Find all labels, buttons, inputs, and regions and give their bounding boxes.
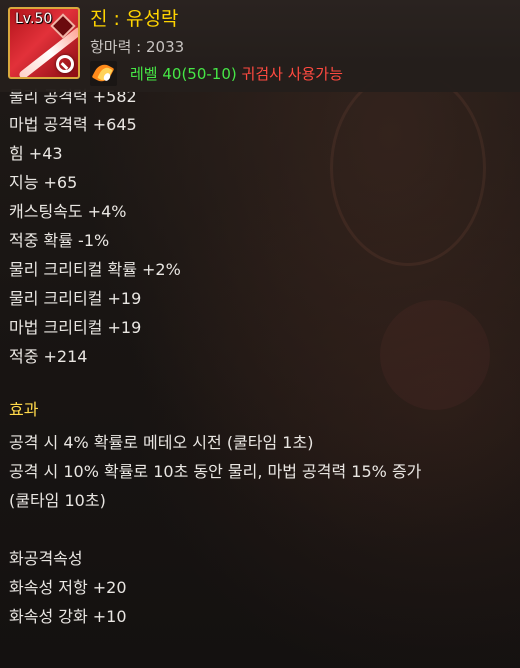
item-power: 항마력 : 2033 bbox=[90, 38, 185, 56]
tooltip-header: Lv.50 진 : 유성락 항마력 : 2033 레벨 40(50-10) 귀검… bbox=[0, 0, 520, 92]
effect-line: 공격 시 4% 확률로 메테오 시전 (쿨타임 1초) bbox=[9, 433, 314, 452]
effect-section-title: 효과 bbox=[9, 400, 39, 419]
stat-hit-chance: 적중 확률 -1% bbox=[9, 231, 110, 250]
element-resistance: 화속성 저항 +20 bbox=[9, 578, 127, 597]
element-enhancement: 화속성 강화 +10 bbox=[9, 607, 127, 626]
effect-line: 공격 시 10% 확률로 10초 동안 물리, 마법 공격력 15% 증가 bbox=[9, 462, 422, 481]
sword-item-icon: Lv.50 bbox=[8, 7, 80, 79]
stat-accuracy: 적중 +214 bbox=[9, 347, 88, 366]
stat-intelligence: 지능 +65 bbox=[9, 173, 78, 192]
stat-physical-crit: 물리 크리티컬 +19 bbox=[9, 289, 142, 308]
stat-strength: 힘 +43 bbox=[9, 144, 63, 163]
untradeable-icon bbox=[56, 55, 74, 73]
item-level-badge: Lv.50 bbox=[15, 11, 53, 27]
item-requirement: 레벨 40(50-10) 귀검사 사용가능 bbox=[130, 63, 343, 85]
stat-casting-speed: 캐스팅속도 +4% bbox=[9, 202, 127, 221]
background-ring-decoration bbox=[330, 70, 486, 266]
stat-magic-crit: 마법 크리티컬 +19 bbox=[9, 318, 142, 337]
requirement-class: 귀검사 사용가능 bbox=[241, 65, 343, 83]
class-emblem-icon bbox=[90, 61, 117, 86]
stat-physical-crit-chance: 물리 크리티컬 확률 +2% bbox=[9, 260, 181, 279]
sword-blade-graphic bbox=[17, 25, 78, 77]
effect-line: (쿨타임 10초) bbox=[9, 491, 106, 510]
item-name: 진 : 유성락 bbox=[90, 8, 179, 30]
stat-magic-attack: 마법 공격력 +645 bbox=[9, 115, 137, 134]
background-glow-decoration bbox=[380, 300, 490, 410]
item-tooltip: 물리 공격력 +582 마법 공격력 +645 힘 +43 지능 +65 캐스팅… bbox=[0, 0, 520, 668]
requirement-level: 레벨 40(50-10) bbox=[130, 65, 237, 83]
element-attack-type: 화공격속성 bbox=[9, 549, 83, 568]
